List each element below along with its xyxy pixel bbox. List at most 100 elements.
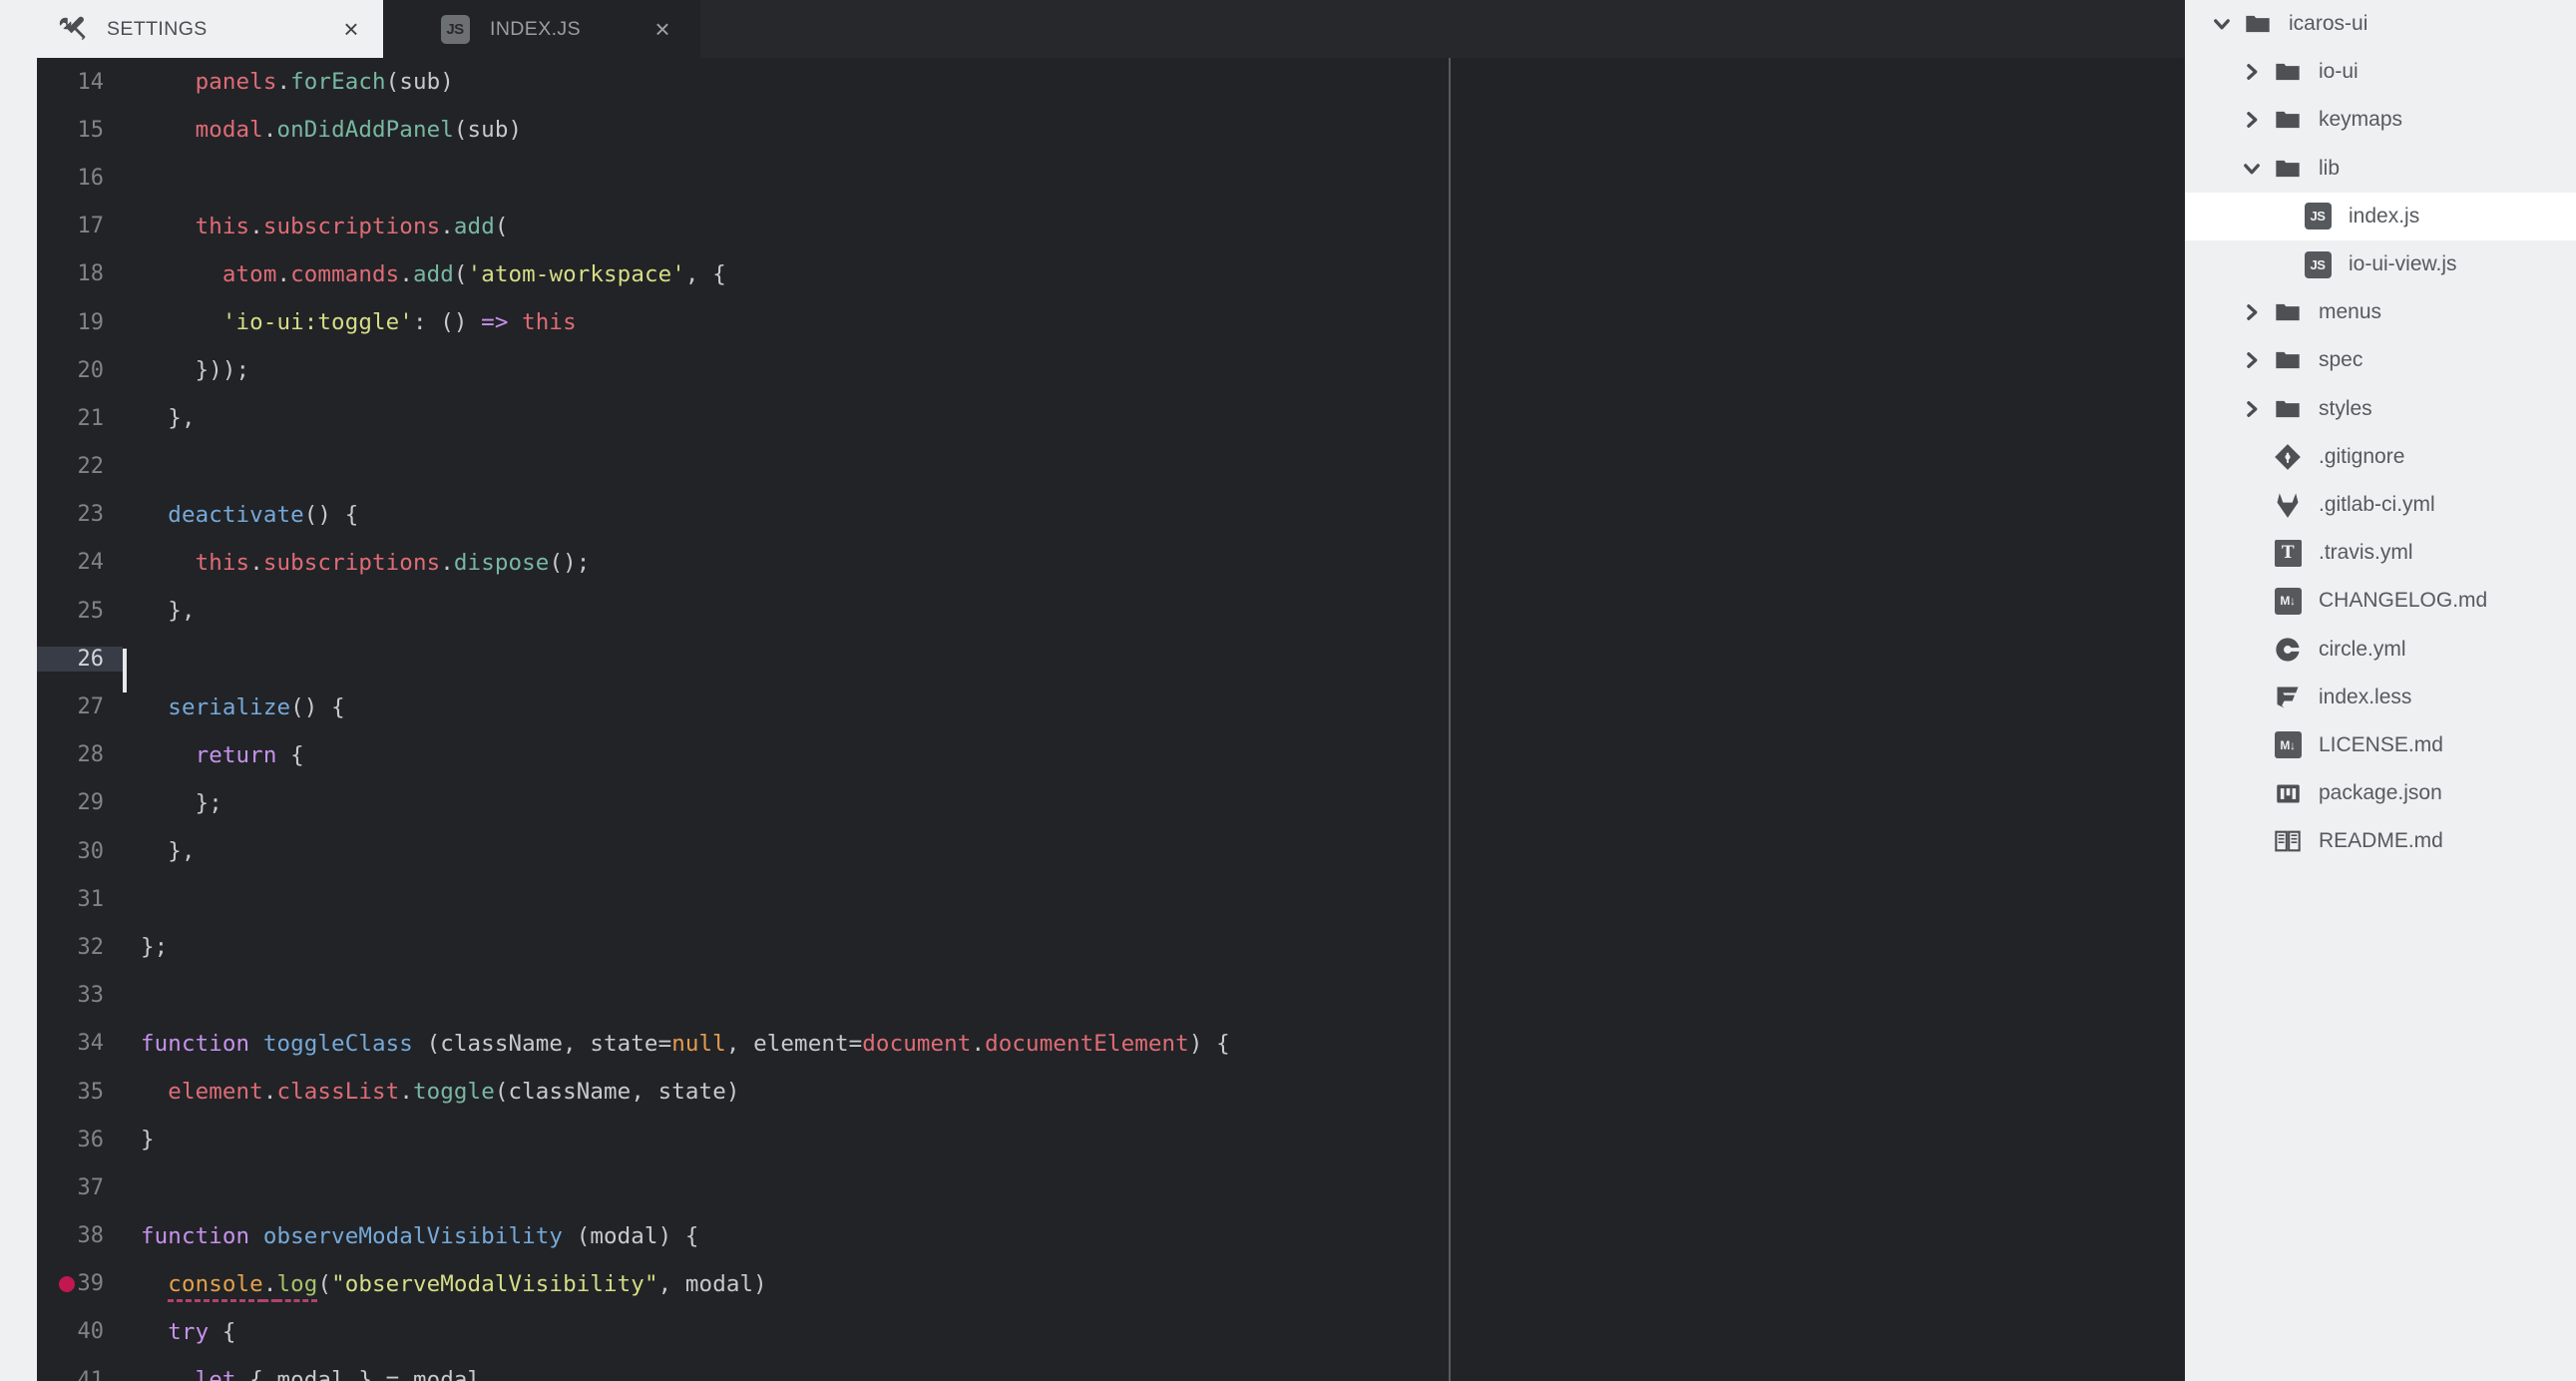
code-line[interactable]: 29 };	[37, 779, 2185, 827]
code-token: panels	[195, 69, 277, 96]
code-line[interactable]: 20 }));	[37, 346, 2185, 394]
tree-file-row[interactable]: circle.yml	[2185, 625, 2576, 673]
line-number[interactable]: 32	[37, 935, 123, 960]
line-number[interactable]: 27	[37, 694, 123, 719]
tree-file-row[interactable]: README.md	[2185, 817, 2576, 865]
code-line[interactable]: 24 this.subscriptions.dispose();	[37, 539, 2185, 587]
line-number[interactable]: 24	[37, 550, 123, 575]
line-number[interactable]: 37	[37, 1175, 123, 1200]
tree-folder-row[interactable]: io-ui	[2185, 48, 2576, 96]
folder-icon	[2243, 9, 2273, 39]
code-line[interactable]: 28 return {	[37, 731, 2185, 779]
code-line[interactable]: 22	[37, 443, 2185, 491]
code-editor[interactable]: 14 panels.forEach(sub) 15 modal.onDidAddP…	[37, 58, 2185, 1381]
code-line[interactable]: 38 function observeModalVisibility (modal…	[37, 1212, 2185, 1260]
line-number[interactable]: 40	[37, 1319, 123, 1344]
line-number[interactable]: 22	[37, 454, 123, 479]
chevron-right-icon[interactable]	[2241, 301, 2263, 323]
code-token: .	[399, 260, 413, 287]
code-line[interactable]: 25 },	[37, 587, 2185, 635]
line-number[interactable]: 36	[37, 1128, 123, 1152]
tab-settings-close-icon[interactable]: ×	[331, 0, 371, 58]
tab-index-js-close-icon[interactable]: ×	[643, 0, 682, 58]
line-number[interactable]: 31	[37, 887, 123, 912]
code-line[interactable]: 21 },	[37, 394, 2185, 442]
code-line[interactable]: 18 atom.commands.add('atom-workspace', {	[37, 250, 2185, 298]
line-number[interactable]: 15	[37, 118, 123, 143]
tree-file-row[interactable]: M↓ LICENSE.md	[2185, 721, 2576, 769]
tree-file-row[interactable]: .gitlab-ci.yml	[2185, 481, 2576, 529]
tree-folder-row[interactable]: menus	[2185, 288, 2576, 336]
line-number[interactable]: 34	[37, 1031, 123, 1056]
chevron-down-icon[interactable]	[2241, 158, 2263, 180]
code-line[interactable]: 32};	[37, 923, 2185, 971]
tree-file-row[interactable]: JS index.js	[2185, 192, 2576, 240]
code-line[interactable]: 14 panels.forEach(sub)	[37, 58, 2185, 106]
line-number[interactable]: 30	[37, 839, 123, 864]
chevron-right-icon[interactable]	[2241, 61, 2263, 83]
line-number[interactable]: 16	[37, 166, 123, 191]
tab-index-js[interactable]: JS INDEX.JS ×	[383, 0, 700, 58]
code-text: return {	[123, 742, 304, 768]
code-line[interactable]: 40 try {	[37, 1308, 2185, 1356]
breakpoint-icon[interactable]	[59, 1275, 75, 1292]
code-line[interactable]: 35 element.classList.toggle(className, s…	[37, 1068, 2185, 1116]
line-number[interactable]: 29	[37, 790, 123, 815]
code-token: (	[317, 1270, 332, 1297]
line-number[interactable]: 41	[37, 1368, 123, 1381]
code-line[interactable]: 37	[37, 1163, 2185, 1211]
code-line[interactable]: 26	[37, 635, 2185, 692]
chevron-right-icon[interactable]	[2241, 398, 2263, 420]
code-token: observeModalVisibility	[262, 1222, 564, 1249]
tree-file-row[interactable]: T .travis.yml	[2185, 529, 2576, 577]
code-text: deactivate() {	[123, 502, 358, 528]
code-token: , element=	[725, 1030, 863, 1057]
tab-settings[interactable]: SETTINGS ×	[0, 0, 383, 58]
tree-folder-row[interactable]: icaros-ui	[2185, 0, 2576, 48]
code-line[interactable]: 31	[37, 875, 2185, 923]
line-number[interactable]: 20	[37, 358, 123, 383]
code-token: this	[195, 549, 250, 576]
line-number[interactable]: 33	[37, 983, 123, 1008]
line-number[interactable]: 14	[37, 70, 123, 95]
tree-file-row[interactable]: .gitignore	[2185, 433, 2576, 481]
code-line[interactable]: 36}	[37, 1116, 2185, 1163]
code-line[interactable]: 16	[37, 154, 2185, 202]
code-line[interactable]: 39 console.log("observeModalVisibility",…	[37, 1260, 2185, 1308]
tree-file-row[interactable]: JS io-ui-view.js	[2185, 240, 2576, 288]
code-line[interactable]: 19 'io-ui:toggle': () => this	[37, 298, 2185, 346]
tree-file-row[interactable]: package.json	[2185, 769, 2576, 817]
tree-file-row[interactable]: index.less	[2185, 674, 2576, 721]
tree-view[interactable]: icaros-ui io-ui keymaps lib JS index.js JS io-u…	[2185, 0, 2576, 1381]
line-number[interactable]: 17	[37, 214, 123, 238]
line-number[interactable]: 23	[37, 502, 123, 527]
code-line[interactable]: 17 this.subscriptions.add(	[37, 203, 2185, 250]
tree-folder-row[interactable]: keymaps	[2185, 96, 2576, 144]
chevron-right-icon[interactable]	[2241, 349, 2263, 371]
code-line[interactable]: 41 let { modal } = modal	[37, 1356, 2185, 1381]
code-token: },	[141, 405, 196, 432]
code-line[interactable]: 23 deactivate() {	[37, 491, 2185, 539]
line-number[interactable]: 18	[37, 261, 123, 286]
line-number[interactable]: 28	[37, 742, 123, 767]
tree-folder-row[interactable]: lib	[2185, 145, 2576, 193]
line-number[interactable]: 35	[37, 1080, 123, 1105]
line-number[interactable]: 19	[37, 310, 123, 335]
code-line[interactable]: 27 serialize() {	[37, 683, 2185, 730]
line-number[interactable]: 38	[37, 1223, 123, 1248]
chevron-right-icon[interactable]	[2241, 109, 2263, 131]
code-line[interactable]: 34 function toggleClass (className, state…	[37, 1020, 2185, 1068]
code-line[interactable]: 33	[37, 972, 2185, 1020]
line-number[interactable]: 26	[37, 646, 127, 692]
code-line[interactable]: 15 modal.onDidAddPanel(sub)	[37, 106, 2185, 154]
line-number[interactable]: 25	[37, 599, 123, 624]
tree-file-row[interactable]: M↓ CHANGELOG.md	[2185, 577, 2576, 625]
tree-folder-row[interactable]: spec	[2185, 336, 2576, 384]
line-number[interactable]: 39	[37, 1271, 123, 1296]
code-line[interactable]: 30 },	[37, 827, 2185, 875]
tree-item-label: lib	[2319, 156, 2341, 180]
tree-folder-row[interactable]: styles	[2185, 385, 2576, 433]
chevron-down-icon[interactable]	[2211, 13, 2233, 35]
line-number[interactable]: 21	[37, 406, 123, 431]
